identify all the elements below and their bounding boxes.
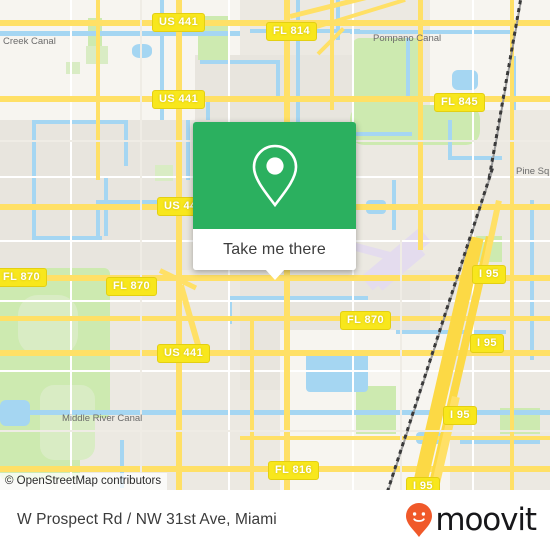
map-label-middle-river-canal: Middle River Canal: [62, 413, 143, 424]
footer-bar: W Prospect Rd / NW 31st Ave, Miami moovi…: [0, 490, 550, 550]
moovit-logo[interactable]: moovit: [405, 502, 550, 538]
map-label-creek-canal: Creek Canal: [3, 36, 56, 47]
moovit-wordmark: moovit: [435, 502, 537, 538]
map-pin-icon: [252, 144, 297, 207]
moovit-map-screenshot: US 441 FL 814 US 441 FL 845 US 441 I 95 …: [0, 0, 550, 550]
osm-attribution[interactable]: © OpenStreetMap contributors: [0, 473, 168, 490]
location-title: W Prospect Rd / NW 31st Ave, Miami: [17, 511, 277, 528]
map-label-pompano-canal: Pompano Canal: [373, 33, 442, 44]
card-pin-area: [193, 122, 356, 229]
card-pointer: [264, 269, 285, 280]
moovit-pin-smiley-icon: [406, 503, 433, 537]
take-me-there-card[interactable]: Take me there: [193, 122, 356, 280]
map-label-pine-sq: Pine Sq: [516, 166, 550, 177]
take-me-there-button[interactable]: Take me there: [193, 229, 356, 270]
map-canvas[interactable]: US 441 FL 814 US 441 FL 845 US 441 I 95 …: [0, 0, 550, 490]
